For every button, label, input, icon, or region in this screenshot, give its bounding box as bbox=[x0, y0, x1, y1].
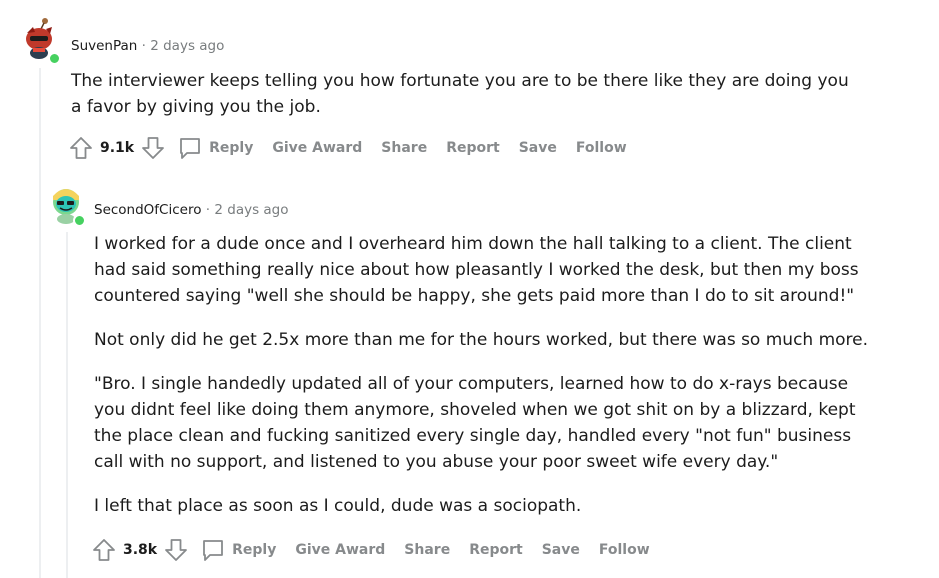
comment-paragraph: "Bro. I single handedly updated all of y… bbox=[94, 374, 856, 472]
thread-line-root[interactable] bbox=[39, 68, 41, 578]
vote-score: 9.1k bbox=[100, 140, 135, 156]
online-status-indicator bbox=[73, 214, 86, 227]
arrow-down-icon[interactable] bbox=[140, 135, 166, 161]
reply-button[interactable]: Reply bbox=[201, 538, 276, 562]
reply-label: Reply bbox=[232, 542, 277, 558]
share-button[interactable]: Share bbox=[381, 140, 427, 156]
reply-button[interactable]: Reply bbox=[178, 136, 253, 160]
save-button[interactable]: Save bbox=[519, 140, 557, 156]
save-button[interactable]: Save bbox=[542, 542, 580, 558]
comment-paragraph: I worked for a dude once and I overheard… bbox=[94, 234, 859, 306]
report-button[interactable]: Report bbox=[469, 542, 523, 558]
thread-line-reply[interactable] bbox=[66, 232, 68, 578]
share-button[interactable]: Share bbox=[404, 542, 450, 558]
arrow-up-icon[interactable] bbox=[91, 537, 117, 563]
follow-button[interactable]: Follow bbox=[576, 140, 627, 156]
comment-meta: SecondOfCicero · 2 days ago bbox=[94, 201, 289, 219]
comment-action-bar: 9.1k Reply Give Award Share Report Save … bbox=[68, 133, 646, 163]
give-award-button[interactable]: Give Award bbox=[272, 140, 362, 156]
report-button[interactable]: Report bbox=[446, 140, 500, 156]
comment-action-bar: 3.8k Reply Give Award Share Report Save … bbox=[91, 535, 669, 565]
comment-meta: SuvenPan · 2 days ago bbox=[71, 37, 224, 55]
give-award-button[interactable]: Give Award bbox=[295, 542, 385, 558]
comment-timestamp[interactable]: 2 days ago bbox=[150, 38, 224, 54]
comment-body: I worked for a dude once and I overheard… bbox=[94, 231, 884, 537]
comment-timestamp[interactable]: 2 days ago bbox=[214, 202, 288, 218]
arrow-down-icon[interactable] bbox=[163, 537, 189, 563]
follow-button[interactable]: Follow bbox=[599, 542, 650, 558]
meta-separator: · bbox=[205, 202, 211, 218]
comment-body: The interviewer keeps telling you how fo… bbox=[71, 68, 861, 138]
online-status-indicator bbox=[48, 52, 61, 65]
comment-paragraph: I left that place as soon as I could, du… bbox=[94, 496, 582, 516]
arrow-up-icon[interactable] bbox=[68, 135, 94, 161]
vote-score: 3.8k bbox=[123, 542, 158, 558]
comment-paragraph: The interviewer keeps telling you how fo… bbox=[71, 71, 849, 117]
reply-label: Reply bbox=[209, 140, 254, 156]
speech-bubble-icon bbox=[178, 136, 202, 160]
comment-paragraph: Not only did he get 2.5x more than me fo… bbox=[94, 330, 869, 350]
author-username[interactable]: SecondOfCicero bbox=[94, 202, 201, 218]
author-username[interactable]: SuvenPan bbox=[71, 38, 137, 54]
speech-bubble-icon bbox=[201, 538, 225, 562]
meta-separator: · bbox=[141, 38, 146, 54]
